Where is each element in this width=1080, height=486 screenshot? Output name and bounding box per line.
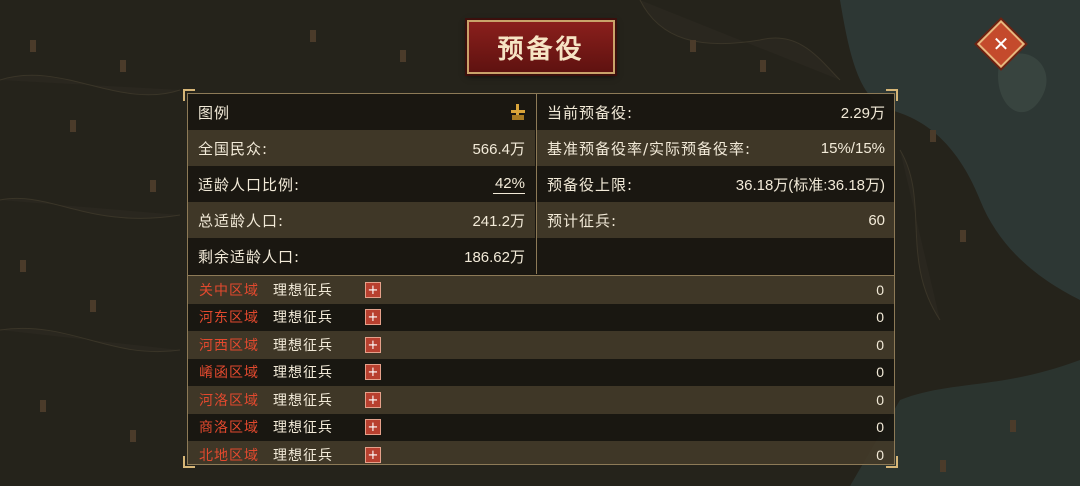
stat-value: 2.29万 [840, 104, 885, 122]
stat-label: 全国民众: [198, 139, 269, 158]
region-row: 崤函区域 理想征兵 + 0 [188, 358, 894, 386]
region-name[interactable]: 河洛区域 [199, 390, 273, 410]
region-action-label: 理想征兵 [273, 447, 333, 464]
stat-value: 36.18万(标准:36.18万) [735, 176, 885, 194]
add-button[interactable]: + [365, 419, 381, 436]
age-ratio-value[interactable]: 42% [492, 175, 525, 194]
legend-icon[interactable] [511, 104, 525, 120]
stat-row-remaining-eligible: 剩余适龄人口: 186.62万 [188, 238, 535, 274]
stat-row-age-ratio: 适龄人口比例: 42% [188, 166, 535, 202]
region-value: 0 [876, 309, 884, 326]
reserve-panel: 图例 全国民众: 566.4万 适龄人口比例: 42% 总适龄人口: 241.2… [187, 93, 895, 465]
add-button[interactable]: + [365, 309, 381, 326]
stat-value: 186.62万 [464, 248, 525, 266]
legend-row[interactable]: 图例 [188, 94, 535, 130]
stat-label: 剩余适龄人口: [198, 247, 301, 266]
stat-value: 15%/15% [820, 139, 885, 157]
stat-row-population: 全国民众: 566.4万 [188, 130, 535, 166]
region-row: 河洛区域 理想征兵 + 0 [188, 386, 894, 414]
add-button[interactable]: + [365, 391, 381, 408]
region-value: 0 [876, 419, 884, 436]
stat-label: 适龄人口比例: [198, 175, 301, 194]
add-button[interactable]: + [365, 364, 381, 381]
close-icon: ✕ [992, 32, 1010, 56]
stats-left-column: 图例 全国民众: 566.4万 适龄人口比例: 42% 总适龄人口: 241.2… [188, 94, 535, 274]
region-name[interactable]: 河西区域 [199, 335, 273, 355]
region-value: 0 [876, 281, 884, 298]
region-action-label: 理想征兵 [273, 365, 333, 382]
region-value: 0 [876, 336, 884, 353]
stat-label: 总适龄人口: [198, 211, 285, 230]
region-row: 北地区域 理想征兵 + 0 [188, 441, 894, 464]
legend-label: 图例 [198, 103, 231, 122]
region-value: 0 [876, 364, 884, 381]
stat-row-reserve-rate: 基准预备役率/实际预备役率: 15%/15% [537, 130, 894, 166]
add-button[interactable]: + [365, 336, 381, 353]
stat-label: 预计征兵: [547, 211, 618, 230]
region-row: 河西区域 理想征兵 + 0 [188, 331, 894, 359]
stat-row-expected-conscription: 预计征兵: 60 [537, 202, 894, 238]
stat-row-reserve-cap: 预备役上限: 36.18万(标准:36.18万) [537, 166, 894, 202]
region-row: 河东区域 理想征兵 + 0 [188, 303, 894, 331]
region-row: 商洛区域 理想征兵 + 0 [188, 413, 894, 441]
region-list[interactable]: 关中区域 理想征兵 + 0 河东区域 理想征兵 + 0 河西区域 理想征兵 + … [188, 275, 894, 464]
stat-row-total-eligible: 总适龄人口: 241.2万 [188, 202, 535, 238]
region-action-label: 理想征兵 [273, 282, 333, 299]
region-action-label: 理想征兵 [273, 310, 333, 327]
stats-section: 图例 全国民众: 566.4万 适龄人口比例: 42% 总适龄人口: 241.2… [188, 94, 894, 274]
region-value: 0 [876, 446, 884, 463]
region-name[interactable]: 北地区域 [199, 445, 273, 464]
region-name[interactable]: 关中区域 [199, 280, 273, 300]
stat-value: 60 [868, 211, 885, 229]
add-button[interactable]: + [365, 281, 381, 298]
region-row: 关中区域 理想征兵 + 0 [188, 276, 894, 304]
page-title: 预备役 [497, 34, 585, 65]
region-action-label: 理想征兵 [273, 392, 333, 409]
stat-row-current-reserve: 当前预备役: 2.29万 [537, 94, 894, 130]
add-button[interactable]: + [365, 446, 381, 463]
page-title-plaque: 预备役 [467, 20, 615, 74]
stat-label: 预备役上限: [547, 175, 634, 194]
stat-value: 566.4万 [472, 140, 525, 158]
stat-value: 241.2万 [472, 212, 525, 230]
stats-right-column: 当前预备役: 2.29万 基准预备役率/实际预备役率: 15%/15% 预备役上… [536, 94, 894, 274]
region-name[interactable]: 商洛区域 [199, 417, 273, 437]
region-name[interactable]: 河东区域 [199, 307, 273, 327]
region-action-label: 理想征兵 [273, 420, 333, 437]
region-name[interactable]: 崤函区域 [199, 362, 273, 382]
region-action-label: 理想征兵 [273, 337, 333, 354]
stat-row-empty [537, 238, 894, 274]
stat-label: 基准预备役率/实际预备役率: [547, 139, 752, 158]
stat-label: 当前预备役: [547, 103, 634, 122]
region-value: 0 [876, 391, 884, 408]
